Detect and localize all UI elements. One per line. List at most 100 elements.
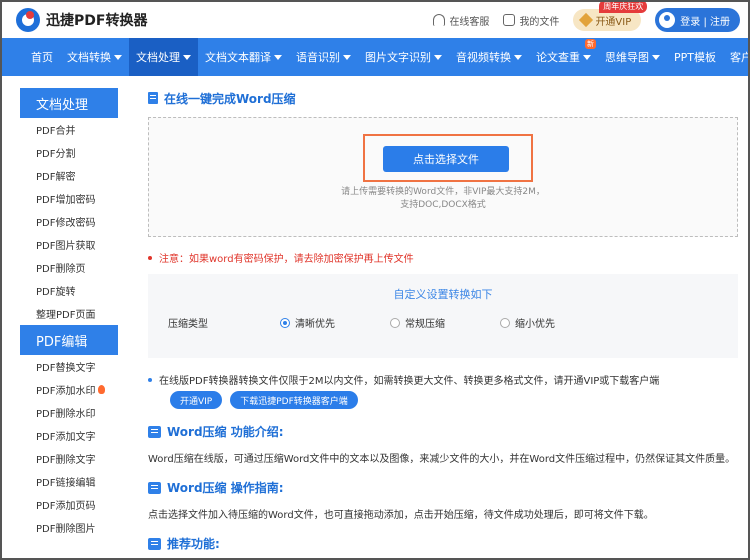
- cta-buttons: 开通VIP 下载迅捷PDF转换器客户端: [170, 391, 742, 409]
- online-service-link[interactable]: 在线客服: [433, 13, 489, 28]
- section-header: 在线一键完成Word压缩: [148, 88, 742, 108]
- nav-item-label: 首页: [31, 51, 53, 64]
- compression-option[interactable]: 常规压缩: [390, 315, 500, 330]
- guide-header: Word压缩 操作指南:: [148, 479, 742, 496]
- nav-item-9[interactable]: PPT模板: [667, 38, 723, 76]
- guide-title: Word压缩 操作指南:: [167, 481, 284, 495]
- new-badge: 新: [585, 39, 596, 49]
- logo[interactable]: 迅捷PDF转换器: [16, 8, 147, 32]
- nav-item-10[interactable]: 客户端: [723, 38, 748, 76]
- nav-item-7[interactable]: 论文查重新: [529, 38, 598, 76]
- diamond-icon: [579, 12, 594, 28]
- sidebar-item-label: PDF合并: [36, 126, 76, 137]
- sidebar-item-label: PDF旋转: [36, 287, 76, 298]
- upload-dropzone[interactable]: 点击选择文件 请上传需要转换的Word文件，非VIP最大支持2M， 支持DOC,…: [148, 117, 738, 237]
- compression-option[interactable]: 缩小优先: [500, 315, 610, 330]
- nav-item-0[interactable]: 首页: [24, 38, 60, 76]
- file-icon: [503, 14, 516, 26]
- logo-text: 迅捷PDF转换器: [46, 13, 148, 29]
- sidebar-item[interactable]: PDF删除图片: [20, 516, 118, 539]
- user-avatar-icon: [659, 12, 676, 28]
- sidebar-item[interactable]: PDF添加文字: [20, 424, 118, 447]
- sidebar-item-label: PDF删除文字: [36, 455, 96, 466]
- radio-icon: [390, 317, 400, 328]
- nav-item-label: 语音识别: [296, 51, 340, 64]
- nav-item-6[interactable]: 音视频转换: [449, 38, 529, 76]
- intro-text: Word压缩在线版，可通过压缩Word文件中的文本以及图像，来减少文件的大小，并…: [148, 454, 736, 465]
- bullet-icon: [148, 377, 152, 382]
- sidebar-item[interactable]: PDF合并: [20, 118, 118, 141]
- download-client-button[interactable]: 下载迅捷PDF转换器客户端: [230, 391, 358, 409]
- sidebar-group1-list: PDF合并 PDF分割 PDF解密 PDF增加密码 PDF修改密码 PDF图片获取 PDF删…: [20, 118, 118, 325]
- sidebar-item[interactable]: PDF添加水印: [20, 378, 118, 401]
- compression-type-row: 压缩类型 清晰优先 常规压缩 缩小优先: [168, 315, 728, 330]
- sidebar-item[interactable]: PDF删除页: [20, 256, 118, 279]
- sidebar-item[interactable]: PDF添加页码: [20, 493, 118, 516]
- limit-info-text: 在线版PDF转换器转换文件仅限于2M以内文件，如需转换更大文件、转换更多格式文件…: [159, 376, 660, 387]
- bullet-icon: [148, 255, 152, 260]
- compression-option-label: 清晰优先: [295, 319, 335, 330]
- main-content: 在线一键完成Word压缩 点击选择文件 请上传需要转换的Word文件，非VIP最…: [148, 88, 742, 552]
- sidebar-item-label: 整理PDF页面: [36, 310, 96, 321]
- sidebar: 文档处理 PDF合并 PDF分割 PDF解密 PDF增加密码 PDF修改密码 PDF图片获…: [20, 88, 118, 539]
- password-notice: 注意：如果word有密码保护，请去除加密保护再上传文件: [148, 250, 742, 265]
- nav-item-label: 文档处理: [136, 51, 180, 64]
- upload-tip-line2: 支持DOC,DOCX格式: [400, 200, 486, 210]
- vip-button[interactable]: 开通VIP 周年庆狂欢: [573, 2, 648, 31]
- custom-settings-title: 自定义设置转换如下: [393, 288, 493, 301]
- recommend-title: 推荐功能:: [167, 537, 220, 551]
- chevron-down-icon: [114, 54, 122, 60]
- nav-item-label: 文档文本翻译: [205, 51, 271, 64]
- nav-item-label: 论文查重: [536, 51, 580, 64]
- sidebar-item[interactable]: PDF链接编辑: [20, 470, 118, 493]
- sidebar-item[interactable]: PDF删除水印: [20, 401, 118, 424]
- top-header: 迅捷PDF转换器 在线客服 我的文件 开通VIP 周年庆狂欢 登录 | 注册: [2, 2, 748, 38]
- intro-icon: [148, 425, 161, 438]
- sidebar-item[interactable]: 整理PDF页面: [20, 302, 118, 325]
- nav-item-label: 图片文字识别: [365, 51, 431, 64]
- open-vip-button[interactable]: 开通VIP: [170, 391, 223, 409]
- chevron-down-icon: [183, 54, 191, 60]
- sidebar-item[interactable]: PDF图片获取: [20, 233, 118, 256]
- limit-info: 在线版PDF转换器转换文件仅限于2M以内文件，如需转换更大文件、转换更多格式文件…: [148, 372, 742, 387]
- radio-icon: [500, 317, 510, 328]
- nav-item-5[interactable]: 图片文字识别: [358, 38, 449, 76]
- chevron-down-icon: [274, 54, 282, 60]
- sidebar-item-label: PDF增加密码: [36, 195, 96, 206]
- password-notice-text: 注意：如果word有密码保护，请去除加密保护再上传文件: [159, 254, 414, 265]
- choose-file-button[interactable]: 点击选择文件: [383, 146, 509, 172]
- sidebar-group-pdf-edit: PDF编辑: [20, 325, 118, 355]
- my-files-link[interactable]: 我的文件: [503, 13, 559, 28]
- login-register-button[interactable]: 登录 | 注册: [655, 8, 740, 32]
- sidebar-item-label: PDF删除水印: [36, 409, 96, 420]
- sidebar-group2-list: PDF替换文字 PDF添加水印 PDF删除水印 PDF添加文字 PDF删除文字 PDF链接…: [20, 355, 118, 539]
- logo-icon: [16, 8, 40, 32]
- sidebar-group-document-processing: 文档处理: [20, 88, 118, 118]
- sidebar-item-label: PDF添加文字: [36, 432, 96, 443]
- nav-item-2[interactable]: 文档处理: [129, 38, 198, 76]
- chevron-down-icon: [652, 54, 660, 60]
- nav-item-1[interactable]: 文档转换: [60, 38, 129, 76]
- sidebar-item[interactable]: PDF增加密码: [20, 187, 118, 210]
- sidebar-item[interactable]: PDF替换文字: [20, 355, 118, 378]
- star-icon: [148, 537, 161, 550]
- document-icon: [148, 92, 158, 104]
- sidebar-item[interactable]: PDF修改密码: [20, 210, 118, 233]
- sidebar-item-label: PDF删除页: [36, 264, 86, 275]
- compression-option-label: 缩小优先: [515, 319, 555, 330]
- compression-type-label: 压缩类型: [168, 319, 208, 330]
- compression-option[interactable]: 清晰优先: [280, 315, 390, 330]
- sidebar-item[interactable]: PDF分割: [20, 141, 118, 164]
- radio-icon: [280, 317, 290, 328]
- nav-item-8[interactable]: 思维导图: [598, 38, 667, 76]
- nav-item-3[interactable]: 文档文本翻译: [198, 38, 289, 76]
- nav-item-4[interactable]: 语音识别: [289, 38, 358, 76]
- guide-text: 点击选择文件加入待压缩的Word文件，也可直接拖动添加，点击开始压缩，待文件成功…: [148, 510, 654, 521]
- sidebar-item[interactable]: PDF删除文字: [20, 447, 118, 470]
- sidebar-item-label: PDF图片获取: [36, 241, 96, 252]
- upload-tip-line1: 请上传需要转换的Word文件，非VIP最大支持2M，: [341, 187, 545, 197]
- sidebar-item[interactable]: PDF旋转: [20, 279, 118, 302]
- compression-option-label: 常规压缩: [405, 319, 445, 330]
- chevron-down-icon: [583, 54, 591, 60]
- sidebar-item[interactable]: PDF解密: [20, 164, 118, 187]
